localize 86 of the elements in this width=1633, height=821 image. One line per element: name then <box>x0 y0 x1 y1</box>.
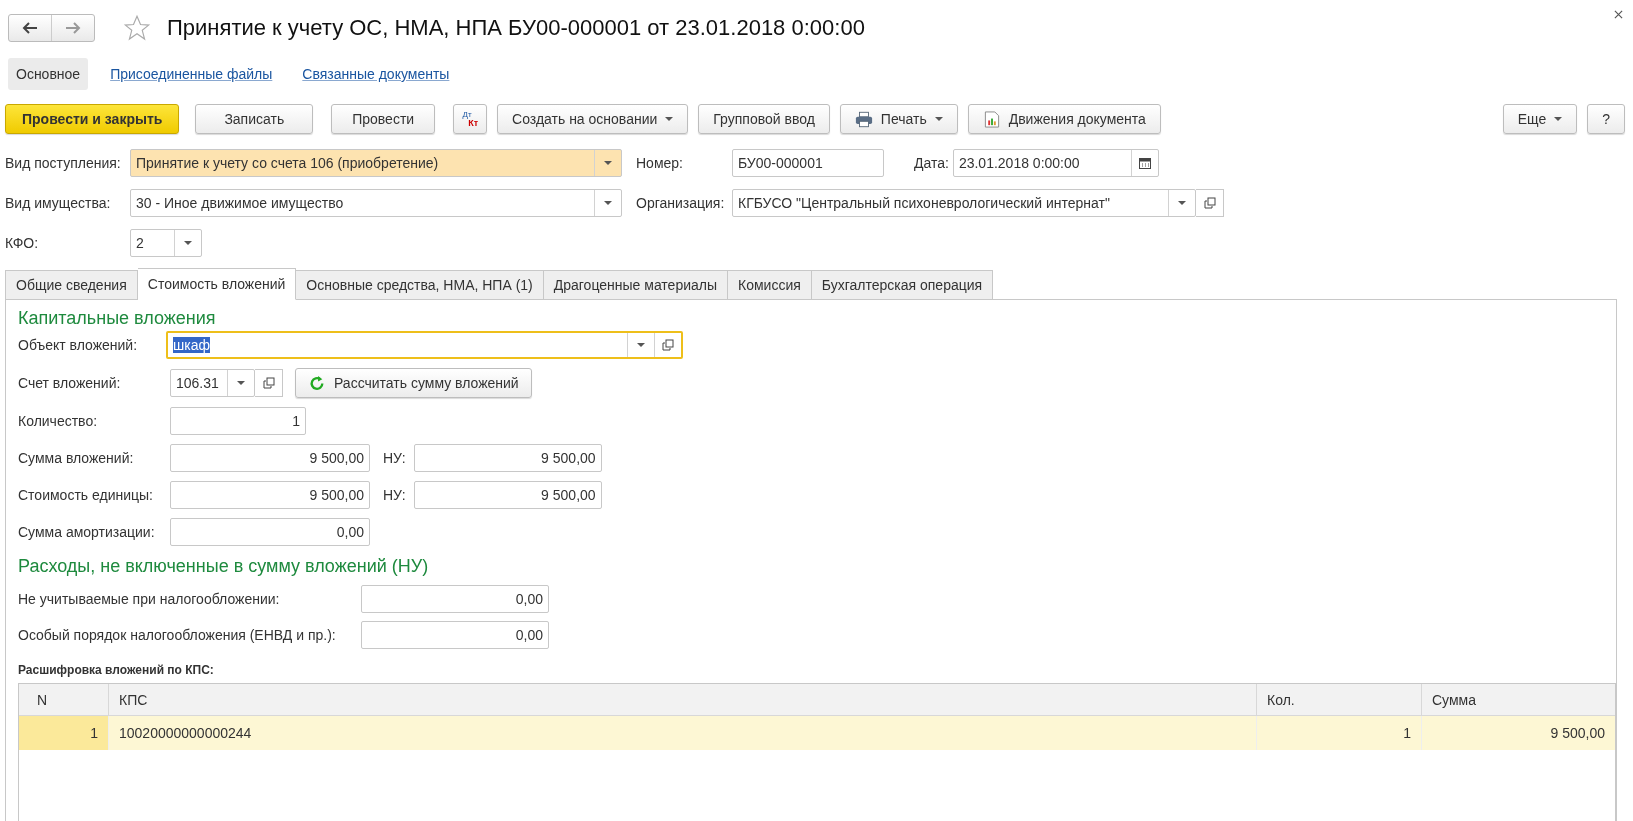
field-label: КФО: <box>5 235 40 251</box>
document-movements-button[interactable]: Движения документа <box>967 104 1161 134</box>
tab[interactable]: Бухгалтерская операция <box>811 270 994 300</box>
field-label: Особый порядок налогообложения (ЕНВД и пр.): <box>18 627 337 643</box>
table-cell-text: 9 500,00 <box>1549 724 1606 743</box>
number-field[interactable]: БУ00-000001 <box>732 149 884 177</box>
column-header[interactable]: Кол. <box>1257 684 1422 716</box>
receipt-type-field[interactable]: Принятие к учету со счета 106 (приобретение) <box>130 149 622 177</box>
dropdown-button[interactable]: Создать на основании <box>497 104 689 134</box>
toolbar-button[interactable]: Групповой ввод <box>698 104 830 134</box>
caret-icon <box>1178 201 1186 205</box>
tab[interactable]: Комиссия <box>728 270 812 300</box>
field-label: Объект вложений: <box>18 337 139 353</box>
column-header[interactable]: N <box>19 684 109 716</box>
field-label: Вид имущества: <box>5 195 112 211</box>
caret-icon <box>237 381 245 385</box>
caret-icon <box>1554 117 1563 121</box>
amount-field[interactable]: 9 500,00 <box>170 481 370 509</box>
printer-icon <box>854 110 873 128</box>
section-link[interactable]: Присоединенные файлы <box>102 58 281 90</box>
tab[interactable]: Основные средства, НМА, НПА (1) <box>296 270 544 300</box>
field-label: Счет вложений: <box>18 375 122 391</box>
caret-icon <box>934 117 943 121</box>
field-label: Организация: <box>636 195 726 211</box>
toolbar-button[interactable]: Записать <box>195 104 314 134</box>
field-label: Сумма вложений: <box>18 450 135 466</box>
section-heading: Капитальные вложения <box>18 308 217 329</box>
open-window-icon <box>1203 197 1216 209</box>
star-icon[interactable] <box>123 14 151 42</box>
section-heading: Расходы, не включенные в сумму вложений (НУ) <box>18 556 430 577</box>
field-label: НУ: <box>383 487 406 503</box>
kfo-field[interactable]: 2 <box>130 229 202 257</box>
expense-field[interactable]: 0,00 <box>361 621 549 649</box>
caret-icon <box>637 343 645 347</box>
more-dropdown-button[interactable]: Еще <box>1502 104 1578 134</box>
open-window-icon <box>262 377 275 389</box>
field-label: Вид поступления: <box>5 155 122 171</box>
investment-account-field[interactable]: 106.31 <box>170 369 255 397</box>
report-chart-icon <box>982 110 1001 128</box>
print-button[interactable]: Печать <box>839 104 958 134</box>
tab[interactable]: Стоимость вложений <box>137 268 297 300</box>
field-label: Дата: <box>914 155 949 171</box>
organization-field[interactable]: КГБУСО "Центральный психоневрологический интернат" <box>732 189 1196 217</box>
caret-icon <box>604 201 612 205</box>
quantity-field[interactable]: 1 <box>170 407 306 435</box>
field-label: Сумма амортизации: <box>18 524 156 540</box>
calendar-icon <box>1138 157 1151 169</box>
field-label: Количество: <box>18 413 99 429</box>
amount-field[interactable]: 9 500,00 <box>170 444 370 472</box>
tab[interactable]: Общие сведения <box>5 270 138 300</box>
tab[interactable]: Драгоценные материалы <box>543 270 729 300</box>
expense-field[interactable]: 0,00 <box>361 585 549 613</box>
tax-amount-field[interactable]: 9 500,00 <box>413 444 602 472</box>
date-field[interactable]: 23.01.2018 0:00:00 <box>952 149 1159 177</box>
property-type-field[interactable]: 30 - Иное движимое имущество <box>130 189 622 217</box>
back-forward-buttons[interactable] <box>8 14 95 42</box>
field-label: Стоимость единицы: <box>18 487 154 503</box>
debit-credit-button[interactable]: Дт Кт <box>453 104 488 134</box>
toolbar-button[interactable]: Провести <box>331 104 436 134</box>
section-link[interactable]: Связанные документы <box>294 58 458 90</box>
field-label: Номер: <box>636 155 684 171</box>
table-title: Расшифровка вложений по КПС: <box>18 663 215 677</box>
depreciation-field[interactable]: 0,00 <box>170 518 370 546</box>
caret-icon <box>604 161 612 165</box>
field-label: Не учитываемые при налогообложении: <box>18 591 281 607</box>
investment-object-field[interactable]: шкаф <box>166 331 683 359</box>
post-and-close-button[interactable]: Провести и закрыть <box>5 104 180 134</box>
table-cell: 10020000000000244 <box>109 716 1257 750</box>
column-header[interactable]: Сумма <box>1422 684 1615 716</box>
column-header[interactable]: КПС <box>109 684 1257 716</box>
open-button[interactable] <box>255 369 283 397</box>
section-link[interactable]: Основное <box>8 58 89 90</box>
field-label: НУ: <box>383 450 406 466</box>
close-icon[interactable] <box>1614 9 1623 19</box>
caret-icon <box>184 241 192 245</box>
refresh-icon <box>308 374 326 392</box>
table-cell: 1 <box>19 716 109 750</box>
tax-amount-field[interactable]: 9 500,00 <box>413 481 602 509</box>
table-cell: 1 <box>1257 716 1422 750</box>
open-button[interactable] <box>1196 189 1224 217</box>
window-title: Принятие к учету ОС, НМА, НПА БУ00-000001 от 23.01.2018 0:00:00 <box>167 15 865 41</box>
open-window-icon <box>662 339 674 351</box>
help-button[interactable]: ? <box>1587 104 1625 134</box>
table-row[interactable]: 1 10020000000000244 1 9 500,00 <box>19 716 1615 750</box>
recalculate-button[interactable]: Рассчитать сумму вложений <box>295 368 532 398</box>
caret-icon <box>665 117 674 121</box>
